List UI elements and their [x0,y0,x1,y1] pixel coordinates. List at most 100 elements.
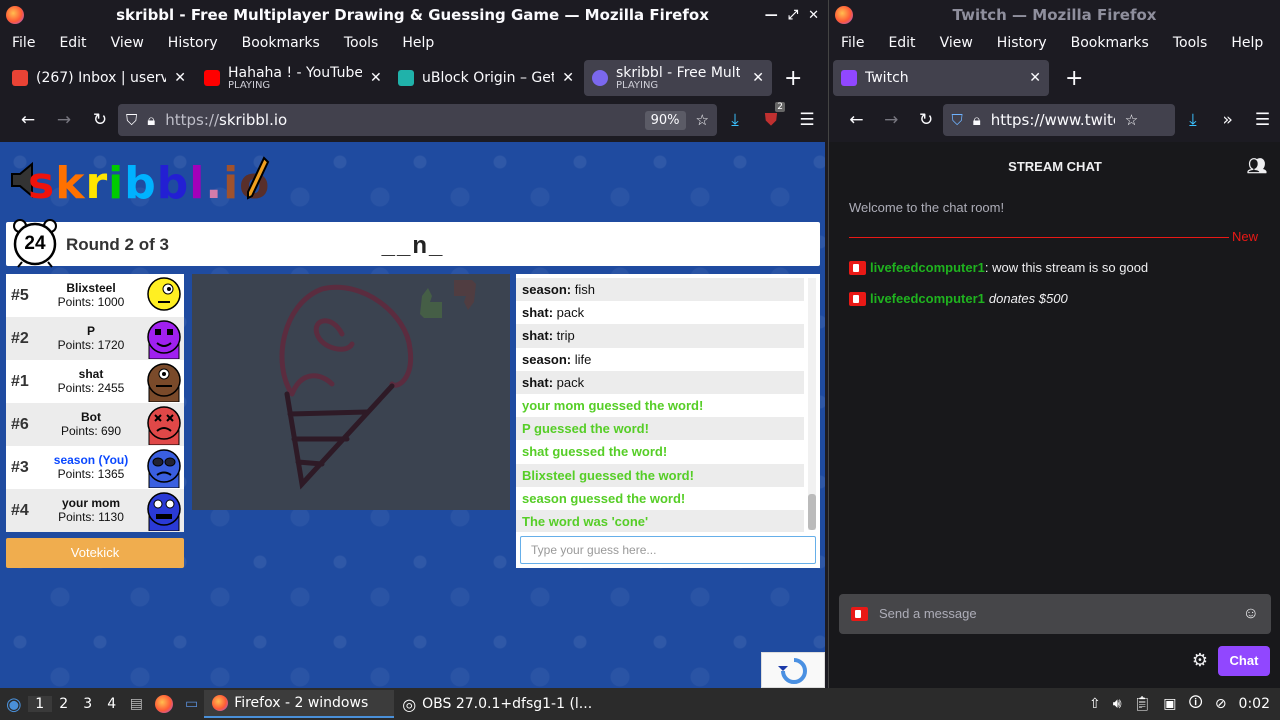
chat-panel: season: fish shat: pack shat: trip seaso… [516,274,820,568]
ublock-extension-icon[interactable]: ⛊ 2 [753,102,789,130]
obs-icon: ◎ [402,694,417,714]
player-row[interactable]: #5 Blixsteel Points: 1000 [6,274,184,317]
emote-picker-icon[interactable]: ☺ [1243,594,1259,634]
menu-bookmarks[interactable]: Bookmarks [1059,35,1161,51]
tab-skribbl[interactable]: skribbl - Free Multipla PLAYING ✕ [584,60,772,96]
player-row-self[interactable]: #3 season (You) Points: 1365 [6,446,184,489]
updates-icon[interactable]: ⇧ [1089,696,1101,712]
workspace-1[interactable]: 1 [27,696,52,712]
shield-icon[interactable]: ⛉ [951,111,962,129]
player-row[interactable]: #4 your mom Points: 1130 [6,489,184,532]
thumbs-down-icon[interactable] [454,280,476,310]
chat-send-button[interactable]: Chat [1218,646,1270,676]
youtube-icon [204,70,220,86]
url-bar[interactable]: ⛉ 🔒︎ https://www.twitc ☆ [943,104,1176,136]
maximize-icon[interactable]: ⤢ [788,8,798,23]
player-points: Points: 1130 [58,510,124,524]
tab-youtube[interactable]: Hahaha ! - YouTube PLAYING ✕ [196,60,388,96]
firefox-launcher-icon[interactable] [149,695,179,713]
tab-ublock[interactable]: uBlock Origin – Get t ✕ [390,60,582,96]
menu-help[interactable]: Help [390,35,446,51]
chat-username[interactable]: livefeedcomputer1 [870,291,985,306]
close-icon[interactable]: ✕ [808,8,819,23]
player-row[interactable]: #1 shat Points: 2455 [6,360,184,403]
menu-bookmarks[interactable]: Bookmarks [230,35,332,51]
tab-label: (267) Inbox | uservn [36,70,166,86]
desktop-icon[interactable]: ▭ [179,696,204,712]
player-row[interactable]: #2 P Points: 1720 [6,317,184,360]
minimize-icon[interactable]: — [765,8,778,23]
lock-icon[interactable]: 🔒︎ [973,111,981,129]
downloads-icon[interactable]: ⤓ [717,110,753,130]
tab-close-icon[interactable]: ✕ [174,70,186,86]
thumbs-up-icon[interactable] [420,288,442,318]
tab-playing-label: PLAYING [228,80,271,91]
downloads-icon[interactable]: ⤓ [1175,110,1210,130]
task-obs[interactable]: ◎ OBS 27.0.1+dfsg1-1 (l... [394,690,594,718]
menu-view[interactable]: View [99,35,156,51]
file-manager-icon[interactable]: ▤ [124,696,149,712]
chat-settings-icon[interactable]: ⚙ [1192,650,1208,671]
bookmark-star-icon[interactable]: ☆ [1125,111,1138,129]
lock-icon[interactable]: 🔒︎ [147,111,155,129]
drawing-canvas[interactable] [192,274,510,510]
workspace-4[interactable]: 4 [100,696,124,712]
start-menu-icon[interactable]: ◉ [0,694,28,715]
hamburger-menu-icon[interactable]: ☰ [1245,110,1280,130]
task-firefox[interactable]: Firefox - 2 windows [204,690,395,718]
scrollbar-thumb[interactable] [808,494,816,530]
window-title: skribbl - Free Multiplayer Drawing & Gue… [116,6,709,24]
player-rank: #1 [11,372,29,390]
shield-icon[interactable]: ⛉ [126,111,137,129]
menu-view[interactable]: View [928,35,985,51]
back-icon[interactable]: ← [10,110,46,130]
workspace-3[interactable]: 3 [76,696,100,712]
chat-messages[interactable]: season: fish shat: pack shat: trip seaso… [516,278,804,532]
tab-twitch[interactable]: Twitch ✕ [833,60,1049,96]
back-icon[interactable]: ← [839,110,874,130]
forward-icon[interactable]: → [874,110,909,130]
menu-history[interactable]: History [985,35,1059,51]
menu-file[interactable]: File [0,35,47,51]
recaptcha-badge[interactable] [761,652,825,688]
player-row[interactable]: #6 Bot Points: 690 [6,403,184,446]
zoom-level[interactable]: 90% [644,110,686,130]
volume-icon[interactable]: 🔊︎ [1113,696,1122,712]
menu-help[interactable]: Help [1219,35,1275,51]
menu-edit[interactable]: Edit [876,35,927,51]
hamburger-menu-icon[interactable]: ☰ [789,110,825,130]
reload-icon[interactable]: ↻ [909,110,944,130]
guess-input[interactable]: Type your guess here... [520,536,816,564]
overflow-icon[interactable]: » [1210,110,1245,130]
clock[interactable]: 0:02 [1239,696,1270,712]
forward-icon[interactable]: → [46,110,82,130]
reload-icon[interactable]: ↻ [82,110,118,130]
menu-tools[interactable]: Tools [332,35,391,51]
chat-username[interactable]: livefeedcomputer1 [870,260,985,275]
display-icon[interactable]: ▣ [1163,696,1176,712]
new-tab-icon[interactable]: + [1065,66,1083,91]
menubar: File Edit View History Bookmarks Tools H… [829,30,1280,56]
clipboard-icon[interactable]: 📋︎ [1134,696,1152,712]
menu-file[interactable]: File [829,35,876,51]
send-message-input[interactable]: Send a message ☺ [839,594,1271,634]
chat-message: shat: trip [516,324,804,348]
notification-icon[interactable]: 🛈 [1189,692,1203,716]
network-icon[interactable]: ⊘ [1215,696,1227,712]
chat-scrollbar[interactable] [808,278,816,530]
menu-tools[interactable]: Tools [1161,35,1220,51]
bookmark-star-icon[interactable]: ☆ [696,111,709,129]
tab-close-icon[interactable]: ✕ [370,70,382,86]
url-bar[interactable]: ⛉ 🔒︎ https://skribbl.io 90% ☆ [118,104,717,136]
menu-history[interactable]: History [156,35,230,51]
round-bar: 24 Round 2 of 3 __n_ [6,219,820,268]
new-tab-icon[interactable]: + [784,66,802,91]
tab-gmail[interactable]: (267) Inbox | uservn ✕ [4,60,194,96]
tab-close-icon[interactable]: ✕ [1029,70,1041,86]
votekick-button[interactable]: Votekick [6,538,184,568]
community-icon[interactable]: 👥︎ [1247,142,1267,192]
tab-close-icon[interactable]: ✕ [562,70,574,86]
menu-edit[interactable]: Edit [47,35,98,51]
workspace-2[interactable]: 2 [52,696,76,712]
tab-close-icon[interactable]: ✕ [752,70,764,86]
